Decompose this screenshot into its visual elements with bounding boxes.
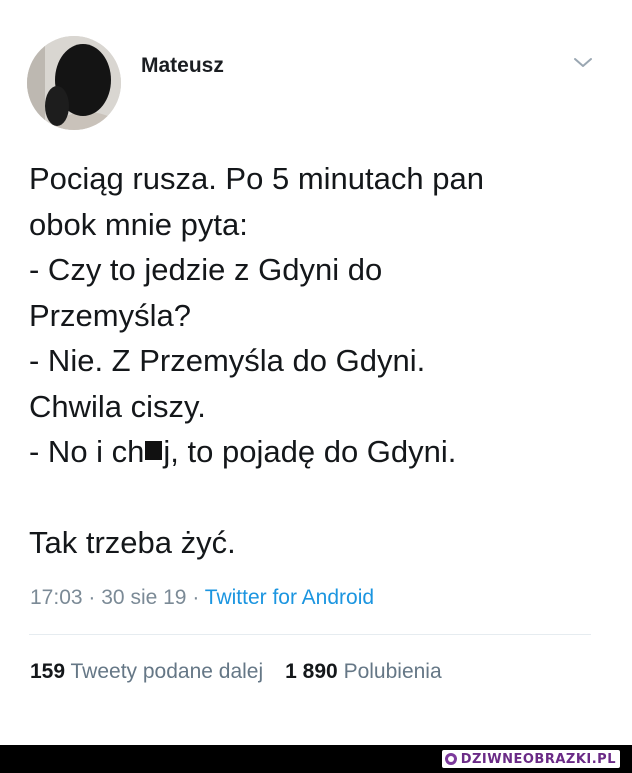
avatar-image <box>27 36 121 130</box>
tweet-source-link[interactable]: Twitter for Android <box>205 586 374 609</box>
divider <box>29 634 591 635</box>
censored-line-end: j, to pojadę do Gdyni. <box>163 434 457 469</box>
meta-separator: · <box>192 586 200 609</box>
retweets-stat[interactable]: 159 Tweety podane dalej <box>30 660 263 683</box>
tweet-text: Pociąg rusza. Po 5 minutach pan obok mni… <box>29 156 609 566</box>
tweet-date[interactable]: 30 sie 19 <box>101 586 186 609</box>
tweet-text-line: Tak trzeba żyć. <box>29 525 236 560</box>
tweet-text-line: Przemyśla? <box>29 297 191 333</box>
avatar[interactable] <box>27 36 121 130</box>
watermark-logo-icon <box>444 753 457 765</box>
likes-stat[interactable]: 1 890 Polubienia <box>285 660 442 683</box>
tweet-meta: 17:03 · 30 sie 19 · Twitter for Android <box>30 586 374 610</box>
tweet-time[interactable]: 17:03 <box>30 586 83 609</box>
tweet-text-line: obok mnie pyta: <box>29 206 248 242</box>
tweet-text-line: Pociąg rusza. Po 5 minutach pan <box>29 161 484 196</box>
likes-count: 1 890 <box>285 660 338 683</box>
footer-bar: DZIWNEOBRAZKI.PL <box>0 745 632 773</box>
author-name[interactable]: Mateusz <box>141 54 224 78</box>
retweets-label: Tweety podane dalej <box>70 660 264 683</box>
chevron-down-icon[interactable] <box>572 56 594 70</box>
tweet-text-line-censored: - No i ch j, to pojadę do Gdyni. <box>29 429 609 475</box>
retweets-count: 159 <box>30 660 66 683</box>
watermark-text: DZIWNEOBRAZKI.PL <box>460 751 616 767</box>
tweet-text-line: - Czy to jedzie z Gdyni do <box>29 252 383 287</box>
likes-label: Polubienia <box>343 660 442 683</box>
tweet-text-line: - Nie. Z Przemyśla do Gdyni. <box>29 343 426 378</box>
censor-block <box>145 441 163 460</box>
meta-separator: · <box>88 586 96 609</box>
tweet-text-line: Chwila ciszy. <box>29 388 206 424</box>
censored-line-start: - No i ch <box>29 434 145 469</box>
tweet-stats: 159 Tweety podane dalej 1 890 Polubienia <box>30 660 442 684</box>
watermark: DZIWNEOBRAZKI.PL <box>441 750 620 768</box>
